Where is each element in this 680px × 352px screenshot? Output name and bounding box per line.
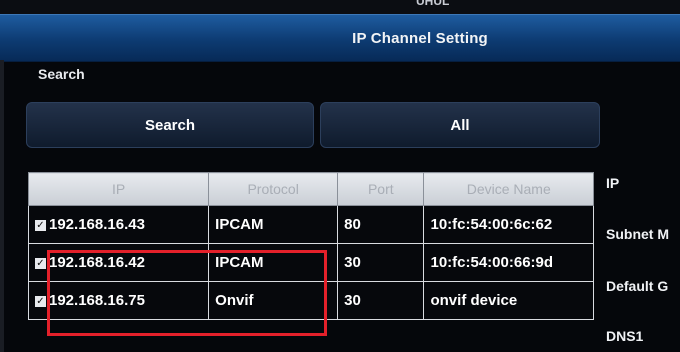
device-name-cell: onvif device	[423, 281, 594, 320]
column-header-device-name[interactable]: Device Name	[423, 172, 594, 206]
ip-field-label: IP	[606, 175, 620, 191]
top-strip	[0, 0, 680, 14]
ip-cell: ✓ 192.168.16.42	[27, 243, 210, 282]
all-button[interactable]: All	[320, 102, 600, 148]
left-edge	[0, 60, 4, 352]
protocol-cell: IPCAM	[208, 205, 339, 244]
dns-field-label: DNS1	[606, 328, 644, 344]
device-name-cell: 10:fc:54:00:6c:62	[423, 205, 594, 244]
title-bar: IP Channel Setting	[0, 14, 680, 62]
top-fragment-text: UHUL	[416, 0, 450, 8]
ip-value: 192.168.16.42	[49, 254, 145, 271]
port-cell: 30	[337, 243, 425, 282]
table-row[interactable]: ✓ 192.168.16.42 IPCAM 30 10:fc:54:00:66:9…	[27, 243, 594, 282]
gateway-field-label: Default G	[606, 278, 669, 294]
checkbox-icon[interactable]: ✓	[35, 220, 46, 231]
protocol-cell: IPCAM	[208, 243, 339, 282]
checkbox-icon[interactable]: ✓	[35, 258, 46, 269]
ip-cell: ✓ 192.168.16.75	[27, 281, 210, 320]
ip-value: 192.168.16.43	[49, 216, 145, 233]
checkbox-icon[interactable]: ✓	[35, 296, 46, 307]
column-header-ip[interactable]: IP	[27, 172, 210, 206]
table-header-row: IP Protocol Port Device Name	[27, 172, 594, 206]
port-cell: 80	[337, 205, 425, 244]
ip-value: 192.168.16.75	[49, 292, 145, 309]
table-row[interactable]: ✓ 192.168.16.75 Onvif 30 onvif device	[27, 281, 594, 320]
table-row[interactable]: ✓ 192.168.16.43 IPCAM 80 10:fc:54:00:6c:6…	[27, 205, 594, 244]
column-header-port[interactable]: Port	[337, 172, 425, 206]
device-name-cell: 10:fc:54:00:66:9d	[423, 243, 594, 282]
subnet-field-label: Subnet M	[606, 226, 669, 242]
column-header-protocol[interactable]: Protocol	[208, 172, 339, 206]
search-section-label: Search	[38, 66, 85, 82]
protocol-cell: Onvif	[208, 281, 339, 320]
device-table: IP Protocol Port Device Name ✓ 192.168.16…	[27, 172, 594, 320]
search-button[interactable]: Search	[26, 102, 314, 148]
port-cell: 30	[337, 281, 425, 320]
ip-cell: ✓ 192.168.16.43	[27, 205, 210, 244]
window-title: IP Channel Setting	[352, 29, 488, 47]
